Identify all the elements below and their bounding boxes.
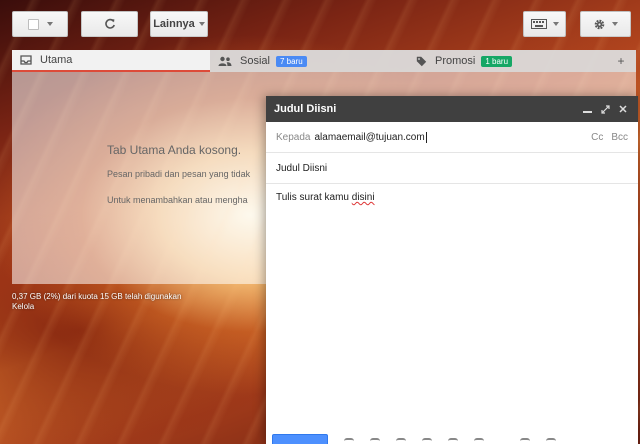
tab-sosial-label: Sosial [240,55,270,67]
send-button[interactable] [272,434,328,444]
tab-sosial[interactable]: Sosial 7 baru [210,50,408,72]
attach-icon[interactable] [370,438,380,444]
empty-inbox-title: Tab Utama Anda kosong. [107,143,242,157]
keyboard-icon [530,19,547,29]
minimize-icon[interactable] [580,102,594,116]
gear-icon [594,19,605,29]
more-menu-label: Lainnya [153,18,195,30]
recipient-field[interactable]: Kepada alamaemail@tujuan.com Cc Bcc [266,122,638,153]
inbox-icon [20,55,32,65]
drive-icon[interactable] [396,438,406,444]
trash-icon[interactable] [546,438,556,444]
tab-utama[interactable]: Utama [12,50,210,72]
subject-input[interactable]: Judul Diisni [276,163,327,174]
empty-inbox-hint: Untuk menambahkan atau mengha [107,195,248,205]
checkbox-icon[interactable] [27,18,39,30]
chevron-down-icon [46,22,53,26]
input-tools-button[interactable] [523,11,566,37]
storage-usage-text: 0,37 GB (2%) dari kuota 15 GB telah digu… [12,292,182,301]
formatting-icon[interactable] [344,438,354,444]
subject-field[interactable]: Judul Diisni [266,153,638,184]
compose-header[interactable]: Judul Diisni [266,96,638,122]
compose-title: Judul Diisni [274,103,337,115]
tab-utama-label: Utama [40,54,73,66]
chevron-down-icon [552,22,559,26]
tag-icon [416,56,427,67]
more-menu-button[interactable]: Lainnya [150,11,208,37]
to-label: Kepada [276,131,311,143]
recipient-input[interactable]: alamaemail@tujuan.com [314,131,427,143]
bcc-link[interactable]: Bcc [611,132,628,143]
misspelled-word: disini [351,192,375,203]
new-count-badge: 7 baru [275,55,307,67]
manage-storage-link[interactable]: Kelola [12,302,181,312]
message-body[interactable]: Tulis surat kamu disini [266,184,638,211]
tab-promosi-label: Promosi [435,55,476,67]
compose-window: Judul Diisni Kepada alamaemail@tujuan.co… [266,96,638,444]
new-count-badge: 1 baru [481,55,513,67]
people-icon [218,56,232,66]
tab-promosi[interactable]: Promosi 1 baru [408,50,606,72]
settings-button[interactable] [580,11,631,37]
refresh-button[interactable] [81,11,138,37]
link-icon[interactable] [448,438,458,444]
inbox-tabs: Utama Sosial 7 baru Promosi 1 baru + [12,50,636,72]
photo-icon[interactable] [422,438,432,444]
compose-footer [266,432,638,444]
add-tab-icon: + [617,54,625,68]
empty-inbox-description: Pesan pribadi dan pesan yang tidak [107,169,251,179]
add-tab-button[interactable]: + [606,50,636,72]
refresh-icon [104,18,115,29]
chevron-down-icon [198,22,205,26]
chevron-down-icon [612,22,618,26]
select-all-button[interactable] [12,11,68,37]
close-icon[interactable] [616,102,630,116]
more-options-icon[interactable] [520,438,530,444]
cc-link[interactable]: Cc [591,132,603,143]
storage-quota: 0,37 GB (2%) dari kuota 15 GB telah digu… [12,292,181,312]
message-body-text: Tulis surat kamu [276,192,352,203]
emoji-icon[interactable] [474,438,484,444]
expand-icon[interactable] [598,102,612,116]
